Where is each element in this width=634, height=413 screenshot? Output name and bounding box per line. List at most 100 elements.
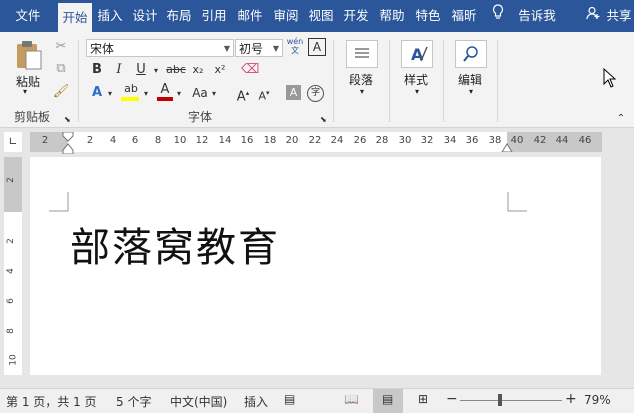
- divider: [443, 40, 444, 122]
- tab-design[interactable]: 设计: [130, 0, 160, 32]
- character-border-icon[interactable]: A: [308, 38, 326, 56]
- tab-help[interactable]: 帮助: [376, 0, 408, 32]
- user-icon: [585, 0, 601, 32]
- shrink-font-icon[interactable]: A▾: [255, 84, 273, 106]
- tab-special[interactable]: 特色: [412, 0, 444, 32]
- word-count[interactable]: 5 个字: [116, 393, 151, 410]
- ruler-tick-label: 14: [218, 135, 232, 146]
- web-layout-icon[interactable]: ⊞: [418, 392, 428, 406]
- styles-button[interactable]: 样式: [404, 71, 428, 88]
- grow-font-icon[interactable]: A▴: [234, 84, 252, 106]
- search-icon[interactable]: [455, 40, 487, 68]
- enclose-characters-icon[interactable]: 字: [307, 85, 324, 102]
- format-painter-icon[interactable]: 🖌: [52, 83, 70, 101]
- bold-icon[interactable]: B: [89, 61, 105, 79]
- cut-icon[interactable]: ✂: [52, 38, 70, 56]
- strikethrough-icon[interactable]: abc: [165, 61, 187, 79]
- font-size-combo[interactable]: 初号 ▼: [235, 39, 283, 57]
- tab-references[interactable]: 引用: [198, 0, 230, 32]
- horizontal-ruler[interactable]: 2 2 4 6 8 10 12 14 16 18 20 22 24 26 28 …: [30, 132, 602, 154]
- document-text[interactable]: 部落窝教育: [70, 215, 280, 273]
- font-name-combo[interactable]: 宋体 ▼: [86, 39, 234, 57]
- read-mode-icon[interactable]: 📖: [344, 392, 359, 406]
- zoom-out-icon[interactable]: −: [446, 391, 458, 407]
- ruler-tick-label: 8: [154, 135, 162, 146]
- font-size-value: 初号: [239, 42, 264, 56]
- font-launcher-icon[interactable]: ⬊: [320, 111, 327, 129]
- paste-button[interactable]: 粘贴: [16, 73, 40, 90]
- clear-formatting-icon[interactable]: ⌫: [241, 61, 259, 79]
- styles-icon[interactable]: A: [401, 40, 433, 68]
- chevron-down-icon: ▼: [223, 44, 230, 53]
- underline-icon[interactable]: U: [133, 61, 149, 79]
- copy-icon[interactable]: ⧉: [52, 60, 70, 78]
- tab-file[interactable]: 文件: [8, 0, 48, 32]
- ruler-tick-label: 2: [5, 177, 16, 183]
- ruler-tick-label: 16: [240, 135, 254, 146]
- insert-mode[interactable]: 插入: [244, 393, 268, 410]
- share-button[interactable]: 共享: [604, 0, 634, 32]
- phonetic-guide-icon[interactable]: wén 文: [286, 37, 304, 55]
- paragraph-button[interactable]: 段落: [349, 71, 373, 88]
- ruler-tick-label: 26: [353, 135, 367, 146]
- highlight-color-swatch: [121, 97, 139, 101]
- tab-developer[interactable]: 开发: [340, 0, 372, 32]
- text-effects-dropdown-icon[interactable]: ▾: [106, 85, 114, 103]
- zoom-slider[interactable]: [460, 400, 562, 401]
- tab-review[interactable]: 审阅: [270, 0, 302, 32]
- underline-dropdown-icon[interactable]: ▾: [151, 62, 161, 80]
- tab-layout[interactable]: 布局: [164, 0, 194, 32]
- font-color-icon[interactable]: A: [156, 82, 174, 98]
- tab-home[interactable]: 开始: [58, 3, 92, 32]
- macro-record-icon[interactable]: ▤: [284, 392, 295, 406]
- styles-dropdown-icon[interactable]: ▾: [415, 87, 419, 96]
- ruler-tick-label: 2: [5, 238, 16, 244]
- ruler-tick-label: 28: [375, 135, 389, 146]
- subscript-icon[interactable]: x₂: [189, 61, 207, 79]
- font-color-dropdown-icon[interactable]: ▾: [175, 85, 183, 103]
- lightbulb-icon[interactable]: [490, 0, 506, 32]
- ruler-tick-label: 32: [420, 135, 434, 146]
- text-effects-icon[interactable]: A: [88, 84, 106, 102]
- clipboard-launcher-icon[interactable]: ⬊: [64, 111, 71, 129]
- highlight-icon[interactable]: ab: [120, 82, 142, 96]
- zoom-in-icon[interactable]: +: [565, 391, 577, 407]
- tab-selector-icon[interactable]: ∟: [4, 132, 22, 152]
- paragraph-dropdown-icon[interactable]: ▾: [360, 87, 364, 96]
- change-case-icon[interactable]: Aa: [189, 84, 211, 102]
- superscript-icon[interactable]: x²: [211, 61, 229, 79]
- clipboard-group-label: 剪贴板: [13, 110, 50, 124]
- tab-foxit[interactable]: 福昕: [448, 0, 480, 32]
- language-indicator[interactable]: 中文(中国): [170, 393, 227, 410]
- zoom-slider-thumb[interactable]: [498, 394, 502, 406]
- ruler-margin-top: [4, 157, 22, 212]
- tab-mailings[interactable]: 邮件: [234, 0, 266, 32]
- editing-dropdown-icon[interactable]: ▾: [469, 87, 473, 96]
- highlight-dropdown-icon[interactable]: ▾: [142, 85, 150, 103]
- editing-button[interactable]: 编辑: [458, 71, 482, 88]
- tab-insert[interactable]: 插入: [94, 0, 126, 32]
- ruler-tick-label: 10: [8, 354, 19, 366]
- collapse-ribbon-icon[interactable]: ⌃: [614, 110, 628, 128]
- paste-dropdown-icon[interactable]: ▾: [23, 87, 27, 96]
- ruler-tick-label: 4: [5, 268, 16, 274]
- character-shading-icon[interactable]: A: [286, 85, 301, 100]
- indent-marker-icon[interactable]: [61, 132, 75, 154]
- ruler-tick-label: 42: [533, 135, 547, 146]
- paste-icon[interactable]: [14, 40, 44, 72]
- paragraph-icon[interactable]: [346, 40, 378, 68]
- ruler-tick-label: 8: [5, 328, 16, 334]
- zoom-level[interactable]: 79%: [584, 393, 611, 407]
- mouse-cursor-icon: [603, 67, 617, 91]
- italic-icon[interactable]: I: [111, 61, 127, 79]
- change-case-dropdown-icon[interactable]: ▾: [210, 85, 218, 103]
- page-count[interactable]: 第 1 页，共 1 页: [6, 393, 97, 410]
- vertical-ruler[interactable]: 2 2 4 6 8 10: [4, 157, 22, 375]
- right-indent-marker-icon[interactable]: [500, 140, 514, 152]
- print-layout-icon[interactable]: ▤: [373, 389, 403, 413]
- status-bar: 第 1 页，共 1 页 5 个字 中文(中国) 插入 ▤ 📖 ▤ ⊞ − + 7…: [0, 388, 634, 413]
- ruler-tick-label: 10: [173, 135, 187, 146]
- ruler-tick-label: 34: [443, 135, 457, 146]
- tab-view[interactable]: 视图: [305, 0, 337, 32]
- tell-me-search[interactable]: 告诉我: [514, 0, 560, 32]
